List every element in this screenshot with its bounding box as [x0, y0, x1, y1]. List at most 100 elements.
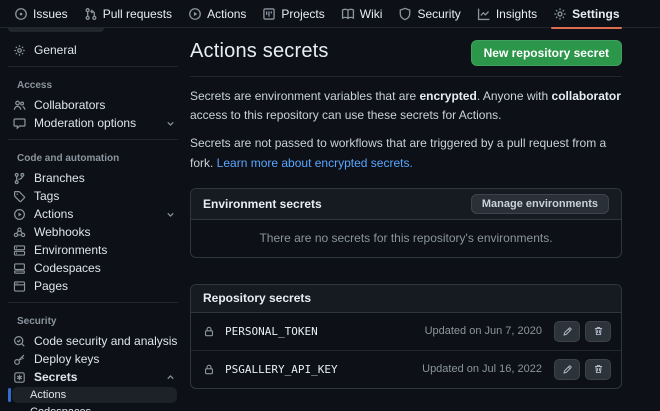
sidebar-subitem-label: Actions — [30, 389, 67, 401]
webhook-icon — [13, 226, 26, 239]
sidebar-item-label: Secrets — [34, 370, 78, 384]
tab-settings-label: Settings — [572, 6, 620, 21]
issue-opened-icon — [14, 7, 28, 21]
tag-icon — [13, 190, 26, 203]
chevron-down-icon — [165, 118, 176, 129]
sidebar-item-label: Webhooks — [34, 225, 91, 239]
secret-row: PSGALLERY_API_KEY Updated on Jul 16, 202… — [191, 349, 621, 388]
secrets-asterisk-icon — [13, 371, 26, 384]
edit-secret-button[interactable] — [554, 358, 580, 380]
sidebar-subitem-secrets-codespaces[interactable]: Codespaces — [12, 404, 177, 411]
tab-projects[interactable]: Projects — [254, 0, 332, 28]
secret-row-actions: Updated on Jul 16, 2022 — [422, 358, 611, 380]
sidebar-item-collaborators[interactable]: Collaborators — [0, 96, 186, 114]
tab-actions[interactable]: Actions — [180, 0, 254, 28]
sidebar-item-general[interactable]: General — [0, 41, 186, 59]
sidebar-item-tags[interactable]: Tags — [0, 187, 186, 205]
description-text: access to this repository can use these … — [190, 108, 502, 123]
sidebar-item-label: Pages — [34, 279, 69, 293]
tab-wiki[interactable]: Wiki — [333, 0, 391, 28]
delete-secret-button[interactable] — [585, 358, 611, 380]
settings-layout: General Access Collaborators Moderation … — [0, 28, 660, 411]
sidebar-divider — [8, 302, 178, 303]
tab-actions-label: Actions — [207, 6, 247, 21]
delete-secret-button[interactable] — [585, 320, 611, 342]
environment-secrets-title: Environment secrets — [203, 196, 322, 211]
git-branch-icon — [13, 172, 26, 185]
tab-security-label: Security — [417, 6, 461, 21]
repo-tab-nav: Issues Pull requests Actions Projects Wi… — [0, 0, 660, 29]
page-header: Actions secrets New repository secret — [190, 40, 622, 77]
sidebar-item-label: Codespaces — [34, 261, 101, 275]
collaborator-emphasis: collaborator — [551, 89, 621, 103]
comment-discussion-icon — [13, 117, 26, 130]
tab-projects-label: Projects — [281, 6, 325, 21]
sidebar-item-label: Actions — [34, 207, 74, 221]
play-icon — [13, 208, 26, 221]
sidebar-item-codespaces[interactable]: Codespaces — [0, 259, 186, 277]
sidebar-item-pages[interactable]: Pages — [0, 277, 186, 295]
sidebar-item-webhooks[interactable]: Webhooks — [0, 223, 186, 241]
environment-secrets-header: Environment secrets Manage environments — [191, 188, 621, 220]
secret-row-actions: Updated on Jun 7, 2020 — [424, 320, 611, 342]
play-icon — [188, 7, 202, 21]
secrets-description: Secrets are environment variables that a… — [190, 87, 622, 173]
sidebar-item-environments[interactable]: Environments — [0, 241, 186, 259]
description-paragraph-2: Secrets are not passed to workflows that… — [190, 134, 622, 172]
codescan-icon — [13, 335, 26, 348]
secret-name: PSGALLERY_API_KEY — [225, 362, 338, 376]
sidebar-section-code-automation: Code and automation — [17, 153, 120, 164]
description-text: . Anyone with — [476, 89, 552, 103]
tab-issues-label: Issues — [33, 6, 68, 21]
edit-secret-button[interactable] — [554, 320, 580, 342]
sidebar-item-deploy-keys[interactable]: Deploy keys — [0, 350, 186, 368]
codespaces-icon — [13, 262, 26, 275]
tab-settings[interactable]: Settings — [545, 0, 627, 29]
actions-secrets-content: Actions secrets New repository secret Se… — [190, 28, 622, 411]
repository-secrets-header: Repository secrets — [191, 284, 621, 313]
secret-name: PERSONAL_TOKEN — [225, 324, 318, 338]
sidebar-item-label: Tags — [34, 189, 60, 203]
scrolled-item-fragment — [8, 28, 104, 32]
sidebar-subitem-secrets-actions[interactable]: Actions — [8, 387, 177, 403]
new-repository-secret-button[interactable]: New repository secret — [470, 40, 622, 66]
tab-insights[interactable]: Insights — [469, 0, 545, 28]
chevron-down-icon — [165, 209, 176, 220]
tab-pull-requests[interactable]: Pull requests — [76, 0, 180, 28]
description-paragraph-1: Secrets are environment variables that a… — [190, 87, 622, 125]
sidebar-section-access: Access — [17, 80, 53, 91]
sidebar-divider — [8, 139, 178, 140]
lock-icon — [203, 363, 215, 376]
sidebar-subitem-label: Codespaces — [30, 406, 91, 411]
sidebar-item-code-security[interactable]: Code security and analysis — [0, 332, 186, 350]
graph-icon — [477, 7, 491, 21]
sidebar-divider — [8, 66, 178, 67]
sidebar-item-label: General — [34, 43, 77, 57]
sidebar-item-label: Moderation options — [34, 116, 137, 130]
sidebar-item-moderation-options[interactable]: Moderation options — [0, 114, 186, 132]
tab-insights-label: Insights — [495, 6, 538, 21]
git-pull-request-icon — [84, 7, 98, 21]
sidebar-item-actions[interactable]: Actions — [0, 205, 186, 223]
tab-issues[interactable]: Issues — [6, 0, 76, 28]
tab-pull-requests-label: Pull requests — [102, 6, 173, 21]
tab-security[interactable]: Security — [390, 0, 468, 28]
sidebar-item-label: Environments — [34, 243, 108, 257]
server-icon — [13, 244, 26, 257]
sidebar-item-label: Code security and analysis — [34, 334, 178, 348]
sidebar-item-secrets[interactable]: Secrets — [0, 368, 186, 386]
sidebar-section-security: Security — [17, 316, 57, 327]
book-icon — [341, 7, 355, 21]
secret-updated-date: Updated on Jun 7, 2020 — [424, 325, 542, 338]
manage-environments-button[interactable]: Manage environments — [470, 193, 609, 214]
sidebar-item-label: Deploy keys — [34, 352, 100, 366]
repository-secrets-box: Repository secrets PERSONAL_TOKEN Update… — [190, 283, 622, 389]
sidebar-item-branches[interactable]: Branches — [0, 169, 186, 187]
tab-wiki-label: Wiki — [359, 6, 383, 21]
learn-more-link[interactable]: Learn more about encrypted secrets. — [217, 156, 413, 170]
secret-row: PERSONAL_TOKEN Updated on Jun 7, 2020 — [191, 313, 621, 350]
settings-sidebar: General Access Collaborators Moderation … — [0, 28, 186, 411]
key-icon — [13, 353, 26, 366]
chevron-up-icon — [165, 372, 176, 383]
shield-icon — [398, 7, 412, 21]
